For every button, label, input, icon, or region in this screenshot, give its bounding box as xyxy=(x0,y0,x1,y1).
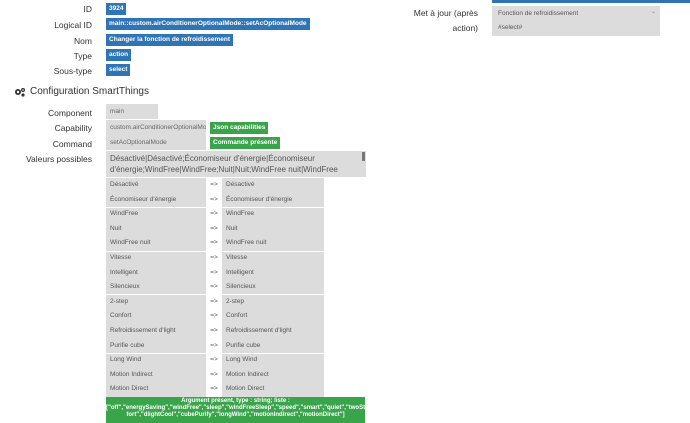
update-select-tag: #select# xyxy=(498,24,523,31)
argument-line1: Argument présent, type : string; liste : xyxy=(181,398,290,404)
mapping-to-field[interactable]: WindFree nuit xyxy=(222,236,324,251)
mapping-from-field[interactable]: Économiseur d'énergie xyxy=(106,192,206,208)
mapping-from-field[interactable]: Silencieux xyxy=(106,280,206,295)
type-label: Type xyxy=(73,51,92,61)
mapping-arrow: => xyxy=(210,341,218,349)
gears-icon xyxy=(15,87,25,97)
mapping-arrow: => xyxy=(210,210,218,218)
argument-line2: ["off","energySaving","windFree","sleep"… xyxy=(106,405,392,411)
argument-info: Argument présent, type : string; liste :… xyxy=(106,397,392,423)
mapping-arrow: => xyxy=(210,181,218,188)
mapping-from-field[interactable]: Long Wind xyxy=(106,353,206,368)
mapping-to-field[interactable]: Purifie cube xyxy=(222,338,324,354)
id-badge: 3924 xyxy=(106,3,127,15)
argument-line3: fort","dlightCool","cubePurify","longWin… xyxy=(126,412,345,418)
mapping-group-divider xyxy=(106,352,324,354)
section-title: Configuration SmartThings xyxy=(14,86,149,97)
mapping-to-field[interactable]: Motion Indirect xyxy=(222,367,324,383)
mapping-to-field[interactable]: Vitesse xyxy=(222,251,324,266)
chevron-down-icon: ⌄ xyxy=(650,9,656,15)
mapping-group-divider xyxy=(106,250,324,252)
component-field[interactable]: main xyxy=(106,104,158,119)
update-label-line1: Met à jour (après xyxy=(413,8,478,18)
update-select-value: Fonction de refroidissement xyxy=(498,10,579,17)
values-label: Valeurs possibles xyxy=(26,154,92,164)
mapping-to-field[interactable]: Nuit xyxy=(222,221,324,237)
update-label-line2: action) xyxy=(452,23,478,33)
capability-label: Capability xyxy=(54,123,92,133)
values-textarea[interactable]: Désactivé|Désactivé;Économiseur d'énergi… xyxy=(106,151,366,177)
mapping-group-divider xyxy=(106,206,324,208)
mapping-from-field[interactable]: WindFree nuit xyxy=(106,236,206,251)
mapping-from-field[interactable]: Vitesse xyxy=(106,251,206,266)
name-label: Nom xyxy=(74,36,92,46)
mapping-from-field[interactable]: Intelligent xyxy=(106,265,206,281)
capability-field[interactable]: custom.airConditionerOptionalMo xyxy=(106,120,206,135)
top-strip xyxy=(492,0,690,3)
mapping-to-field[interactable]: 2-step xyxy=(222,294,324,310)
mapping-arrow: => xyxy=(210,254,218,261)
mapping-from-field[interactable]: Désactivé xyxy=(106,178,206,193)
mapping-arrow: => xyxy=(210,385,218,393)
mapping-to-field[interactable]: Silencieux xyxy=(222,280,324,295)
mapping-arrow: => xyxy=(210,268,218,276)
mapping-to-field[interactable]: Intelligent xyxy=(222,265,324,281)
mapping-from-field[interactable]: Nuit xyxy=(106,221,206,237)
logical-id-badge: main::custom.airConditionerOptionalMode:… xyxy=(106,18,310,30)
type-badge: action xyxy=(106,49,132,61)
name-badge: Changer la fonction de refroidissement xyxy=(106,34,233,46)
logical-id-label: Logical ID xyxy=(54,20,92,30)
mapping-from-field[interactable]: Confort xyxy=(106,309,206,324)
mapping-to-field[interactable]: Confort xyxy=(222,309,324,324)
values-text: Désactivé|Désactivé;Économiseur d'énergi… xyxy=(110,154,338,174)
subtype-label: Sous-type xyxy=(53,66,92,76)
mapping-arrow: => xyxy=(210,195,218,203)
mapping-to-field[interactable]: Long Wind xyxy=(222,353,324,368)
component-label: Component xyxy=(48,108,92,118)
mapping-arrow: => xyxy=(210,356,218,364)
mapping-arrow: => xyxy=(210,370,218,378)
textarea-scrollbar[interactable] xyxy=(362,152,365,161)
mapping-to-field[interactable]: Motion Direct xyxy=(222,382,324,397)
mapping-arrow: => xyxy=(210,312,218,320)
command-present-badge: Commande présente xyxy=(210,137,281,149)
mapping-from-field[interactable]: Purifie cube xyxy=(106,338,206,354)
section-title-text: Configuration SmartThings xyxy=(30,86,149,97)
mapping-to-field[interactable]: Économiseur d'énergie xyxy=(222,192,324,208)
mapping-arrow: => xyxy=(210,327,218,334)
mapping-arrow: => xyxy=(210,239,218,247)
id-label: ID xyxy=(83,4,93,14)
json-capabilities-button[interactable]: Json capabilities xyxy=(210,122,269,134)
mapping-from-field[interactable]: 2-step xyxy=(106,294,206,310)
mapping-to-field[interactable]: Refroidissement d'light xyxy=(222,324,324,339)
mapping-from-field[interactable]: Motion Indirect xyxy=(106,367,206,383)
mapping-to-field[interactable]: Désactivé xyxy=(222,178,324,193)
mapping-from-field[interactable]: Motion Direct xyxy=(106,382,206,397)
mapping-to-field[interactable]: WindFree xyxy=(222,207,324,222)
mapping-from-field[interactable]: Refroidissement d'light xyxy=(106,324,206,339)
mapping-arrow: => xyxy=(210,224,218,232)
update-select[interactable]: Fonction de refroidissement #select# ⌄ xyxy=(492,6,660,36)
mapping-group-divider xyxy=(106,294,324,296)
mapping-arrow: => xyxy=(210,283,218,291)
command-label: Command xyxy=(52,139,92,149)
mapping-arrow: => xyxy=(210,297,218,305)
mapping-from-field[interactable]: WindFree xyxy=(106,207,206,222)
command-field[interactable]: setAcOptionalMode xyxy=(106,135,206,150)
subtype-badge: select xyxy=(106,64,131,76)
